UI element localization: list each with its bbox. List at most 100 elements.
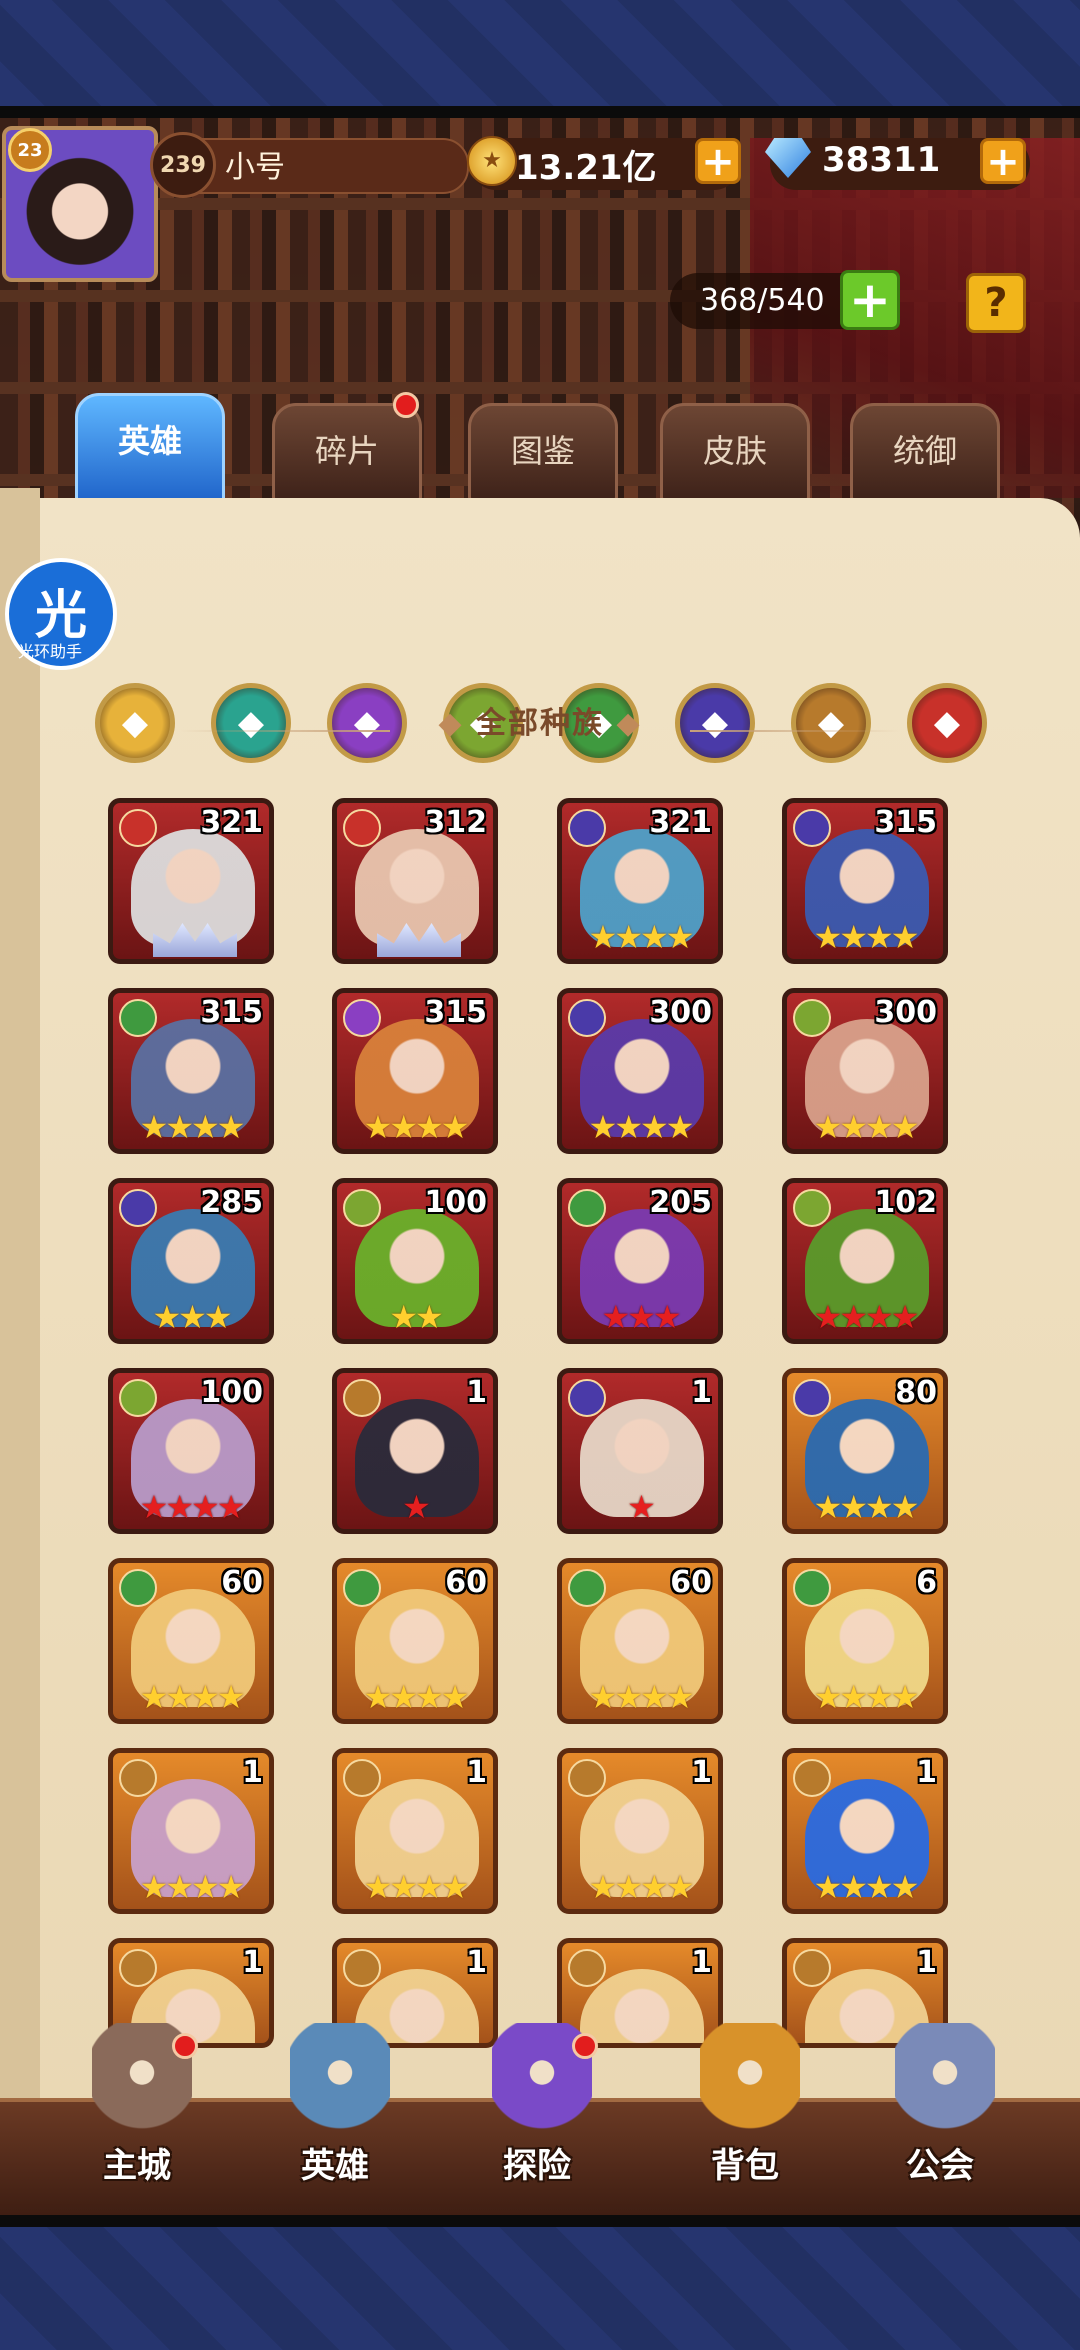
hero-card[interactable]: 1 ★★★★ [557, 1748, 723, 1914]
race-icon [343, 809, 381, 847]
star-icon: ★ [839, 1298, 868, 1336]
star-icon: ★ [865, 1678, 894, 1716]
star-icon: ★ [839, 1488, 868, 1526]
nav-item-castle[interactable]: 主城 [52, 2023, 222, 2213]
hero-card[interactable]: 1 ★★★★ [108, 1748, 274, 1914]
star-rating: ★ [562, 1489, 718, 1525]
race-icon [343, 999, 381, 1037]
hero-icon [290, 2023, 390, 2133]
nav-item-portal[interactable]: 探险 [452, 2023, 622, 2213]
hero-level: 100 [200, 1375, 263, 1410]
star-icon: ★ [588, 1868, 618, 1906]
star-icon: ★ [813, 1108, 843, 1146]
star-icon: ★ [216, 1488, 246, 1526]
hero-portrait [131, 829, 255, 947]
hero-card[interactable]: 315 ★★★★ [332, 988, 498, 1154]
nav-item-backpack[interactable]: 背包 [660, 2023, 830, 2213]
hero-card[interactable]: 1 ★ [557, 1368, 723, 1534]
expand-capacity-button[interactable]: + [840, 270, 900, 330]
race-icon [119, 999, 157, 1037]
star-icon: ★ [165, 1868, 194, 1906]
hero-level: 102 [874, 1185, 937, 1220]
star-rating: ★★★★ [337, 1869, 493, 1905]
star-icon: ★ [839, 1678, 868, 1716]
star-icon: ★ [165, 1678, 194, 1716]
help-button[interactable]: ? [966, 273, 1026, 333]
star-icon: ★ [890, 1108, 920, 1146]
race-icon [119, 1569, 157, 1607]
star-rating: ★★★★ [562, 919, 718, 955]
gold-amount: 13.21亿 [515, 148, 657, 188]
hero-level: 315 [874, 805, 937, 840]
add-gold-button[interactable]: + [695, 138, 741, 184]
star-icon: ★ [813, 1868, 843, 1906]
hero-card[interactable]: 321 ★★★★ [557, 798, 723, 964]
nav-item-hero[interactable]: 英雄 [250, 2023, 420, 2213]
hero-level: 315 [424, 995, 487, 1030]
hero-card[interactable]: 300 ★★★★ [557, 988, 723, 1154]
hero-level: 1 [466, 1945, 487, 1980]
race-icon [119, 1189, 157, 1227]
star-icon: ★ [415, 1108, 444, 1146]
star-icon: ★ [191, 1868, 220, 1906]
star-icon: ★ [865, 1298, 894, 1336]
hero-card[interactable]: 1 ★★★★ [332, 1748, 498, 1914]
nav-item-guild[interactable]: 公会 [855, 2023, 1025, 2213]
hero-level: 300 [874, 995, 937, 1030]
star-icon: ★ [614, 918, 643, 956]
hero-card[interactable]: 60 ★★★★ [332, 1558, 498, 1724]
star-icon: ★ [152, 1298, 181, 1336]
star-icon: ★ [139, 1108, 169, 1146]
race-filter-title-text: 全部种族 [476, 706, 604, 741]
tab-codex[interactable]: 图鉴 [468, 403, 618, 503]
hero-card[interactable]: 1 ★★★★ [782, 1748, 948, 1914]
tab-fragments[interactable]: 碎片 [272, 403, 422, 503]
hero-level: 1 [916, 1755, 937, 1790]
star-rating: ★ [337, 1489, 493, 1525]
hero-level: 312 [424, 805, 487, 840]
tab-skins[interactable]: 皮肤 [660, 403, 810, 503]
hero-card[interactable]: 315 ★★★★ [782, 798, 948, 964]
hero-card[interactable]: 315 ★★★★ [108, 988, 274, 1154]
helper-label: 光环助手 [18, 642, 83, 661]
star-rating: ★★★★ [113, 1489, 269, 1525]
star-icon: ★ [402, 1488, 431, 1526]
star-icon: ★ [665, 1108, 695, 1146]
vip-badge: 239 [150, 132, 216, 198]
race-icon [568, 1569, 606, 1607]
hero-card[interactable]: 321 [108, 798, 274, 964]
top-frame [0, 0, 1080, 118]
star-icon: ★ [363, 1108, 393, 1146]
star-icon: ★ [440, 1868, 470, 1906]
star-icon: ★ [640, 1108, 669, 1146]
star-icon: ★ [890, 1488, 920, 1526]
hero-card[interactable]: 1 ★ [332, 1368, 498, 1534]
hero-card[interactable]: 80 ★★★★ [782, 1368, 948, 1534]
hero-card[interactable]: 205 ★★★ [557, 1178, 723, 1344]
race-icon [793, 809, 831, 847]
race-icon [343, 1379, 381, 1417]
hero-level: 80 [895, 1375, 937, 1410]
star-icon: ★ [839, 918, 868, 956]
nav-label: 主城 [103, 2146, 171, 2186]
hero-card[interactable]: 6 ★★★★ [782, 1558, 948, 1724]
hero-card[interactable]: 60 ★★★★ [108, 1558, 274, 1724]
hero-card[interactable]: 60 ★★★★ [557, 1558, 723, 1724]
hero-level: 1 [691, 1375, 712, 1410]
race-icon [793, 1759, 831, 1797]
add-gems-button[interactable]: + [980, 138, 1026, 184]
bottom-frame [0, 2227, 1080, 2350]
hero-card[interactable]: 102 ★★★★ [782, 1178, 948, 1344]
hero-card[interactable]: 300 ★★★★ [782, 988, 948, 1154]
star-icon: ★ [415, 1678, 444, 1716]
race-icon [343, 1189, 381, 1227]
tab-command[interactable]: 统御 [850, 403, 1000, 503]
gold-coin-icon: ★ [467, 136, 517, 186]
tab-heroes[interactable]: 英雄 [75, 393, 225, 505]
hero-card[interactable]: 312 [332, 798, 498, 964]
race-icon [568, 1379, 606, 1417]
hero-card[interactable]: 285 ★★★ [108, 1178, 274, 1344]
star-icon: ★ [165, 1488, 194, 1526]
hero-card[interactable]: 100 ★★ [332, 1178, 498, 1344]
hero-card[interactable]: 100 ★★★★ [108, 1368, 274, 1534]
